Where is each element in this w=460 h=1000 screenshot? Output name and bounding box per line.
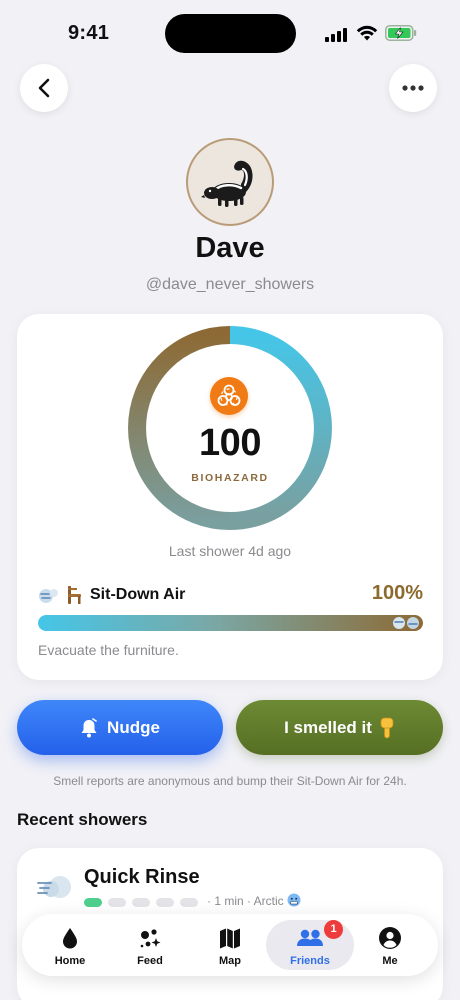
soap-filled-icon: [84, 898, 102, 907]
friends-notification-badge: 1: [324, 920, 343, 939]
avatar: [186, 138, 274, 226]
wifi-icon: [356, 25, 378, 41]
level-name: Sit-Down Air: [90, 586, 186, 603]
tab-bar: Home Feed Map Friends 1 Me: [22, 914, 438, 976]
person-icon: [379, 927, 401, 949]
level-icons: [39, 586, 81, 604]
shower-meta-text: · 1 min · Arctic: [207, 894, 284, 908]
soap-empty-icon: [180, 898, 198, 907]
tab-friends-label: Friends: [290, 955, 330, 967]
nudge-button[interactable]: Nudge: [17, 700, 223, 755]
tab-feed[interactable]: Feed: [110, 920, 190, 970]
wind-icon: [393, 617, 419, 629]
smelled-it-button[interactable]: I smelled it: [236, 700, 443, 755]
nudge-label: Nudge: [107, 717, 160, 737]
last-shower-text: Last shower 4d ago: [168, 543, 292, 559]
shower-title: Quick Rinse: [84, 866, 200, 888]
wind-puff-icon: [37, 876, 71, 898]
tab-me[interactable]: Me: [350, 920, 430, 970]
level-progress-fill: [38, 615, 423, 631]
stink-score: 100: [199, 422, 261, 464]
skunk-icon: [201, 160, 253, 207]
soap-empty-icon: [132, 898, 150, 907]
soap-empty-icon: [156, 898, 174, 907]
tab-map-label: Map: [219, 955, 241, 967]
tab-me-label: Me: [382, 955, 398, 967]
shower-meta: · 1 min · Arctic: [207, 893, 301, 908]
dynamic-island: [165, 14, 296, 53]
chevron-left-icon: [38, 78, 50, 98]
back-button[interactable]: [20, 64, 68, 112]
friends-icon: [297, 929, 323, 946]
stink-score-label: BIOHAZARD: [191, 472, 269, 484]
recent-showers-title: Recent showers: [17, 810, 148, 829]
wind-icon: [39, 589, 58, 603]
stink-score-card: 100 BIOHAZARD Last shower 4d ago Sit-Dow…: [17, 314, 443, 680]
tab-home[interactable]: Home: [30, 920, 110, 970]
map-icon: [220, 928, 240, 949]
status-bar: 9:41: [0, 0, 460, 60]
tab-feed-label: Feed: [137, 955, 163, 967]
anonymous-disclaimer: Smell reports are anonymous and bump the…: [53, 774, 407, 788]
chair-icon: [68, 586, 81, 604]
soap-rating: [84, 896, 204, 910]
profile-name: Dave: [195, 232, 265, 264]
more-options-button[interactable]: [389, 64, 437, 112]
level-description: Evacuate the furniture.: [38, 642, 179, 658]
profile-handle: @dave_never_showers: [145, 276, 315, 293]
drop-icon: [63, 928, 77, 949]
battery-charging-icon: [385, 25, 417, 41]
tab-map[interactable]: Map: [190, 920, 270, 970]
ellipsis-icon: [402, 85, 424, 91]
cold-face-icon: [287, 893, 301, 907]
biohazard-icon: [210, 377, 248, 415]
status-time: 9:41: [68, 22, 110, 44]
soap-empty-icon: [108, 898, 126, 907]
level-row: Sit-Down Air 100%: [38, 582, 423, 608]
level-progress-bar: [38, 615, 423, 631]
bell-icon: [80, 717, 98, 738]
pointing-down-icon: [379, 717, 395, 739]
tab-friends[interactable]: Friends 1: [266, 920, 354, 970]
level-percent: 100%: [371, 582, 423, 604]
cellular-signal-icon: [325, 26, 349, 42]
sparkles-icon: [140, 929, 161, 948]
smelled-label: I smelled it: [284, 717, 372, 737]
tab-home-label: Home: [54, 955, 86, 967]
